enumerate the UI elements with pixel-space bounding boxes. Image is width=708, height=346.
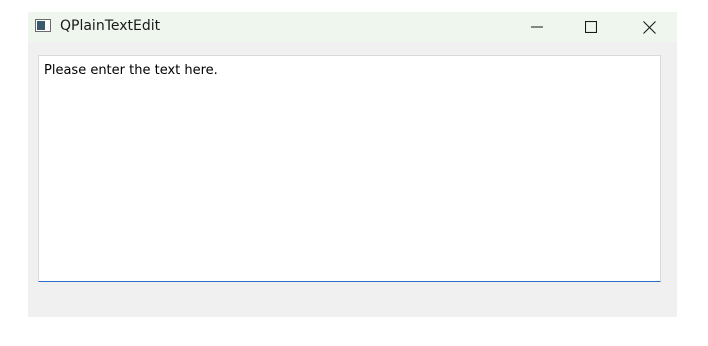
editor-content[interactable]: Please enter the text here.	[44, 63, 218, 79]
window-title: QPlainTextEdit	[60, 18, 161, 34]
maximize-button[interactable]	[568, 12, 614, 42]
title-bar[interactable]: QPlainTextEdit	[28, 12, 677, 42]
app-window-icon	[35, 19, 51, 32]
close-icon	[642, 20, 656, 34]
close-button[interactable]	[626, 12, 672, 42]
main-window: QPlainTextEdit Please enter the text her…	[28, 12, 677, 317]
minimize-button[interactable]	[514, 12, 560, 42]
minimize-icon	[531, 26, 543, 28]
plain-text-edit[interactable]: Please enter the text here.	[38, 55, 661, 282]
maximize-icon	[585, 21, 597, 33]
